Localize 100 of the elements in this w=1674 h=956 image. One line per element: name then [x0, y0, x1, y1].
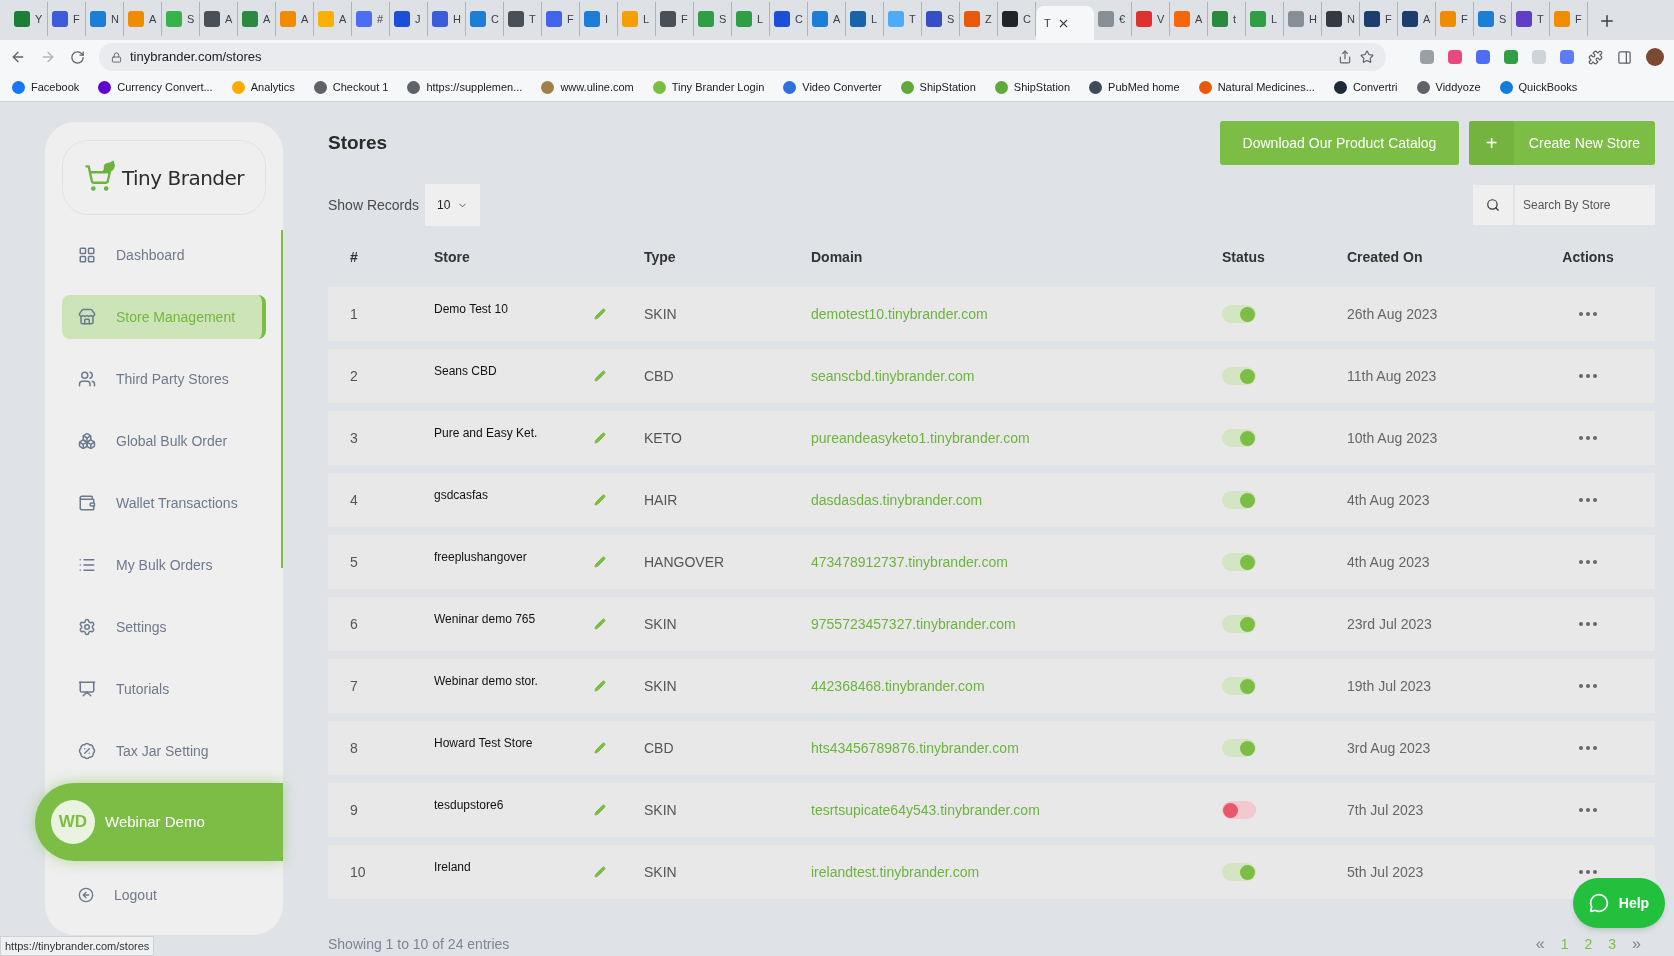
browser-tab[interactable]: A: [808, 2, 846, 36]
browser-tab[interactable]: C: [998, 2, 1036, 36]
edit-icon[interactable]: [594, 680, 606, 692]
extension-icon[interactable]: [1504, 50, 1518, 64]
extension-icon[interactable]: [1420, 50, 1434, 64]
browser-tab[interactable]: A: [124, 2, 162, 36]
nav-item[interactable]: Third Party Stores: [62, 357, 266, 401]
browser-tab[interactable]: F: [1436, 2, 1474, 36]
nav-item[interactable]: Settings: [62, 605, 266, 649]
browser-tab[interactable]: N: [86, 2, 124, 36]
bookmark[interactable]: Tiny Brander Login: [652, 79, 765, 96]
browser-tab[interactable]: L: [1246, 2, 1284, 36]
bookmark[interactable]: Viddyoze: [1416, 79, 1481, 96]
status-toggle[interactable]: [1222, 615, 1256, 633]
browser-tab[interactable]: T: [884, 2, 922, 36]
more-icon[interactable]: [1579, 746, 1597, 750]
browser-tab[interactable]: A: [200, 2, 238, 36]
reload-icon[interactable]: [70, 49, 85, 65]
browser-tab[interactable]: L: [846, 2, 884, 36]
nav-item[interactable]: Global Bulk Order: [62, 419, 266, 463]
browser-tab[interactable]: Z: [960, 2, 998, 36]
side-panel-icon[interactable]: [1617, 49, 1632, 65]
browser-tab[interactable]: S: [922, 2, 960, 36]
browser-tab[interactable]: L: [618, 2, 656, 36]
edit-icon[interactable]: [594, 494, 606, 506]
status-toggle[interactable]: [1222, 367, 1256, 385]
browser-tab[interactable]: F: [1550, 2, 1588, 36]
browser-tab[interactable]: A: [314, 2, 352, 36]
more-icon[interactable]: [1579, 622, 1597, 626]
search-field[interactable]: Search By Store: [1515, 185, 1655, 225]
records-select[interactable]: 10: [425, 184, 481, 226]
new-tab-icon[interactable]: [1598, 12, 1616, 30]
bookmark[interactable]: Convertri: [1333, 79, 1398, 96]
more-icon[interactable]: [1579, 312, 1597, 316]
browser-tab[interactable]: A: [1398, 2, 1436, 36]
browser-tab[interactable]: N: [1322, 2, 1360, 36]
nav-item[interactable]: Tax Jar Setting: [62, 729, 266, 773]
browser-tab[interactable]: H: [1284, 2, 1322, 36]
edit-icon[interactable]: [594, 556, 606, 568]
status-toggle[interactable]: [1222, 491, 1256, 509]
status-toggle[interactable]: [1222, 305, 1256, 323]
browser-tab[interactable]: F: [48, 2, 86, 36]
nav-item[interactable]: Dashboard: [62, 233, 266, 277]
bookmark[interactable]: Analytics: [231, 79, 295, 96]
edit-icon[interactable]: [594, 370, 606, 382]
status-toggle[interactable]: [1222, 801, 1256, 819]
back-icon[interactable]: [10, 49, 26, 65]
extension-icon[interactable]: [1532, 50, 1546, 64]
browser-tab[interactable]: V: [1132, 2, 1170, 36]
status-toggle[interactable]: [1222, 739, 1256, 757]
bookmark[interactable]: Natural Medicines...: [1198, 79, 1315, 96]
bookmark[interactable]: ShipStation: [994, 79, 1071, 96]
star-icon[interactable]: [1360, 50, 1374, 64]
browser-tab[interactable]: F: [542, 2, 580, 36]
browser-tab[interactable]: C: [466, 2, 504, 36]
browser-tab[interactable]: L: [732, 2, 770, 36]
nav-item[interactable]: Tutorials: [62, 667, 266, 711]
bookmark[interactable]: QuickBooks: [1499, 79, 1578, 96]
more-icon[interactable]: [1579, 436, 1597, 440]
nav-item[interactable]: Wallet Transactions: [62, 481, 266, 525]
edit-icon[interactable]: [594, 866, 606, 878]
browser-tab[interactable]: S: [694, 2, 732, 36]
share-icon[interactable]: [1338, 50, 1352, 64]
browser-tab[interactable]: A: [276, 2, 314, 36]
more-icon[interactable]: [1579, 870, 1597, 874]
browser-tab[interactable]: #: [352, 2, 390, 36]
extension-icon[interactable]: [1476, 50, 1490, 64]
more-icon[interactable]: [1579, 684, 1597, 688]
status-toggle[interactable]: [1222, 553, 1256, 571]
bookmark[interactable]: Currency Convert...: [98, 79, 213, 96]
more-icon[interactable]: [1579, 498, 1597, 502]
edit-icon[interactable]: [594, 804, 606, 816]
bookmark[interactable]: www.uline.com: [541, 79, 634, 96]
browser-tab[interactable]: S: [162, 2, 200, 36]
edit-icon[interactable]: [594, 308, 606, 320]
edit-icon[interactable]: [594, 618, 606, 630]
browser-tab[interactable]: T: [1512, 2, 1550, 36]
browser-tab[interactable]: t: [1208, 2, 1246, 36]
browser-tab[interactable]: S: [1474, 2, 1512, 36]
browser-tab[interactable]: A: [238, 2, 276, 36]
bookmark[interactable]: Checkout 1: [313, 79, 389, 96]
status-toggle[interactable]: [1222, 863, 1256, 881]
bookmark[interactable]: Video Converter: [783, 79, 882, 96]
browser-tab[interactable]: T: [504, 2, 542, 36]
extensions-icon[interactable]: [1588, 49, 1603, 65]
edit-icon[interactable]: [594, 742, 606, 754]
bookmark[interactable]: Facebook: [12, 79, 80, 96]
more-icon[interactable]: [1579, 808, 1597, 812]
forward-icon[interactable]: [40, 49, 56, 65]
browser-tab[interactable]: T: [1036, 6, 1094, 40]
browser-tab[interactable]: H: [428, 2, 466, 36]
more-icon[interactable]: [1579, 560, 1597, 564]
more-icon[interactable]: [1579, 374, 1597, 378]
bookmark[interactable]: PubMed home: [1089, 79, 1180, 96]
bookmark[interactable]: https://supplemen...: [407, 79, 523, 96]
status-toggle[interactable]: [1222, 429, 1256, 447]
edit-icon[interactable]: [594, 432, 606, 444]
browser-tab[interactable]: C: [770, 2, 808, 36]
browser-tab[interactable]: A: [1170, 2, 1208, 36]
logout-link[interactable]: Logout: [62, 877, 266, 913]
